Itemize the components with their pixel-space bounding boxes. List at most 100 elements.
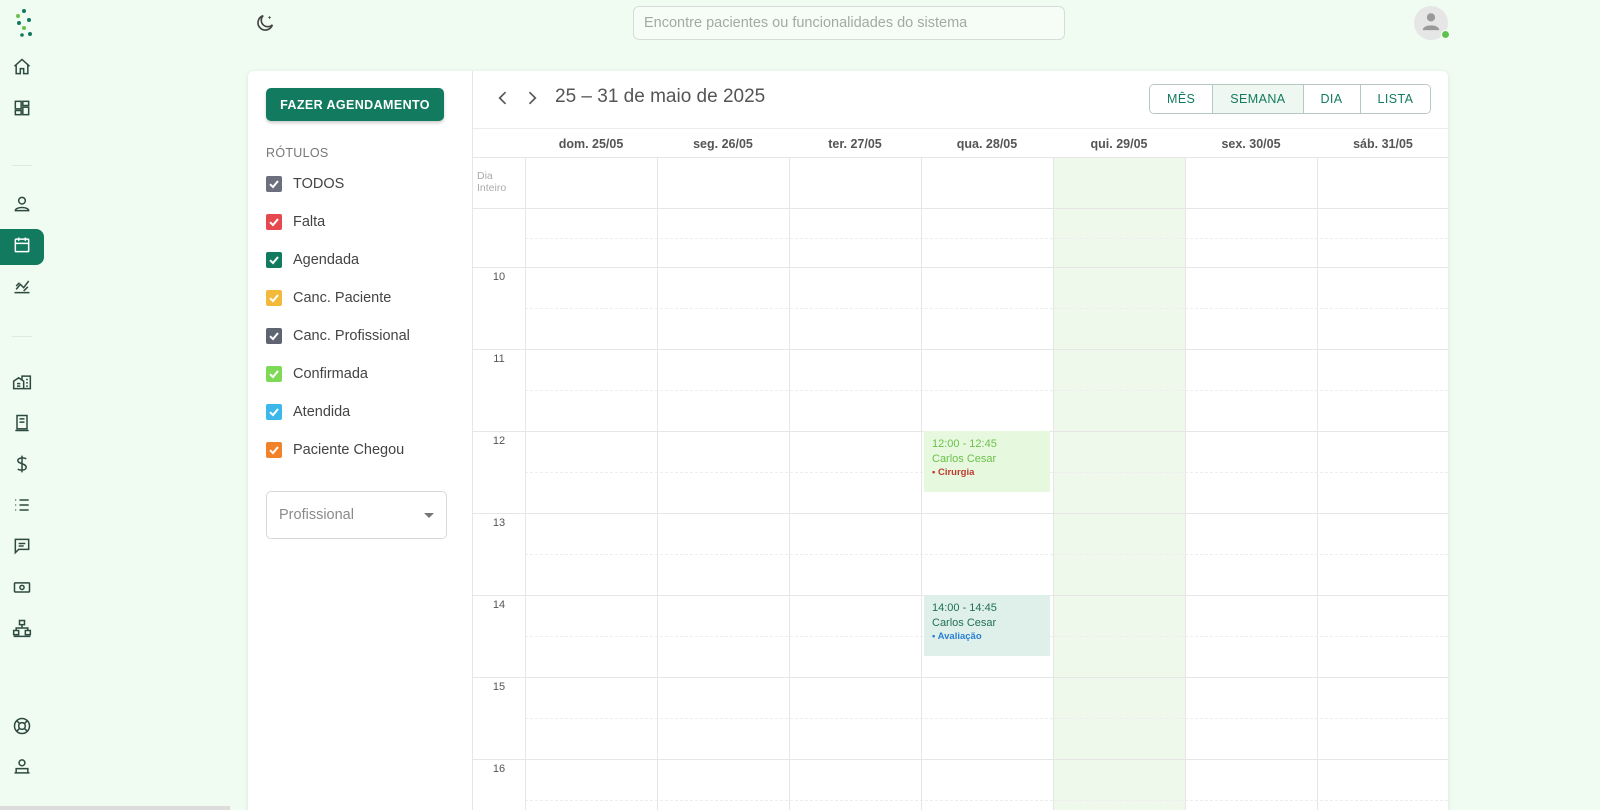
sidebar-item-calendar[interactable] [0,229,44,265]
appointment-event[interactable]: 12:00 - 12:45 Carlos Cesar • Cirurgia [924,431,1050,492]
sidebar-item-dashboard[interactable] [0,92,44,128]
label-text: TODOS [293,176,345,192]
sidebar-item-account[interactable] [0,751,44,787]
document-icon [12,413,32,438]
check-icon [269,256,279,265]
user-avatar[interactable] [1414,6,1450,40]
column-divider [1053,158,1054,810]
checkbox[interactable] [266,214,282,230]
next-week-button[interactable] [521,89,543,111]
half-hour-line [525,308,1448,309]
day-header[interactable]: sáb. 31/05 [1317,129,1448,159]
label-checkbox-row[interactable]: Confirmada [266,364,368,384]
day-header[interactable]: sex. 30/05 [1185,129,1317,159]
label-text: Confirmada [293,366,368,382]
event-time: 12:00 - 12:45 [932,438,997,450]
day-header[interactable]: qui. 29/05 [1053,129,1185,159]
label-checkbox-row[interactable]: Canc. Paciente [266,288,391,308]
appointment-event[interactable]: 14:00 - 14:45 Carlos Cesar • Avaliação [924,595,1050,656]
sidebar-item-support[interactable] [0,710,44,746]
new-appointment-button[interactable]: FAZER AGENDAMENTO [266,88,444,121]
all-day-row: Dia Inteiro [473,158,1448,209]
list-icon [12,495,32,520]
sidebar-item-payments[interactable] [0,571,44,607]
prev-week-button[interactable] [492,89,514,111]
calendar-title: 25 – 31 de maio de 2025 [555,86,766,107]
check-icon [269,332,279,341]
professional-placeholder: Profissional [279,507,354,523]
view-button[interactable]: SEMANA [1212,85,1303,113]
days-header: dom. 25/05 seg. 26/05 ter. 27/05 qua. 28/05… [473,128,1448,158]
check-icon [269,294,279,303]
dark-mode-toggle[interactable] [254,12,276,34]
view-button[interactable]: DIA [1302,85,1360,113]
checkbox[interactable] [266,366,282,382]
label-checkbox-row[interactable]: Paciente Chegou [266,440,404,460]
view-button[interactable]: MÊS [1150,85,1213,113]
hour-label: 11 [493,353,505,365]
check-icon [269,446,279,455]
dollar-icon [12,454,32,479]
money-icon [12,577,32,602]
hour-label: 12 [492,435,506,447]
filter-panel: FAZER AGENDAMENTO RÓTULOS TODOS Falta Agen… [248,71,473,810]
day-header[interactable]: ter. 27/05 [789,129,921,159]
calendar-card: FAZER AGENDAMENTO RÓTULOS TODOS Falta Agen… [248,71,1448,810]
hour-line [473,267,1448,268]
app-logo[interactable] [12,8,34,38]
day-header[interactable]: qua. 28/05 [921,129,1053,159]
sidebar-divider [12,336,32,337]
professional-select[interactable]: Profissional [266,491,447,539]
search-input[interactable] [633,6,1065,40]
sidebar-item-messages[interactable] [0,530,44,566]
label-checkbox-row[interactable]: Atendida [266,402,350,422]
sidebar-item-clinics[interactable] [0,366,44,402]
label-checkbox-row[interactable]: Canc. Profissional [266,326,410,346]
column-divider [1185,158,1186,810]
label-checkbox-row[interactable]: TODOS [266,174,344,194]
scrollbar-edge [0,806,230,810]
hour-label: 15 [492,681,506,693]
sidebar-item-list[interactable] [0,489,44,525]
online-status-dot [1441,30,1450,39]
hour-label: 16 [492,763,506,775]
hour-line [473,349,1448,350]
message-icon [12,536,32,561]
checkbox[interactable] [266,290,282,306]
sidebar-item-patients[interactable] [0,188,44,224]
sidebar-item-home[interactable] [0,51,44,87]
chart-icon [12,276,32,301]
event-patient: Carlos Cesar [932,616,997,629]
label-checkbox-row[interactable]: Agendada [266,250,359,270]
column-divider [921,158,922,810]
buildings-icon [12,372,32,397]
label-checkbox-row[interactable]: Falta [266,212,325,232]
chevron-left-icon [493,88,513,113]
checkbox[interactable] [266,328,282,344]
hour-line [473,513,1448,514]
sidebar-item-reports[interactable] [0,270,44,306]
half-hour-line [525,554,1448,555]
view-button[interactable]: LISTA [1359,85,1431,113]
hierarchy-icon [12,618,32,643]
label-text: Paciente Chegou [293,442,405,458]
half-hour-line [525,800,1448,801]
checkbox[interactable] [266,404,282,420]
user-icon [1420,10,1442,37]
checkbox[interactable] [266,442,282,458]
column-divider [789,158,790,810]
day-header[interactable]: seg. 26/05 [657,129,789,159]
sidebar [0,0,44,810]
day-header[interactable]: dom. 25/05 [525,129,657,159]
hour-line [473,759,1448,760]
event-patient: Carlos Cesar [932,452,997,465]
checkbox[interactable] [266,176,282,192]
check-icon [269,370,279,379]
sidebar-item-organization[interactable] [0,612,44,648]
label-text: Agendada [293,252,360,268]
label-text: Falta [293,214,326,230]
sidebar-divider [12,165,32,166]
sidebar-item-finance[interactable] [0,448,44,484]
sidebar-item-documents[interactable] [0,407,44,443]
checkbox[interactable] [266,252,282,268]
